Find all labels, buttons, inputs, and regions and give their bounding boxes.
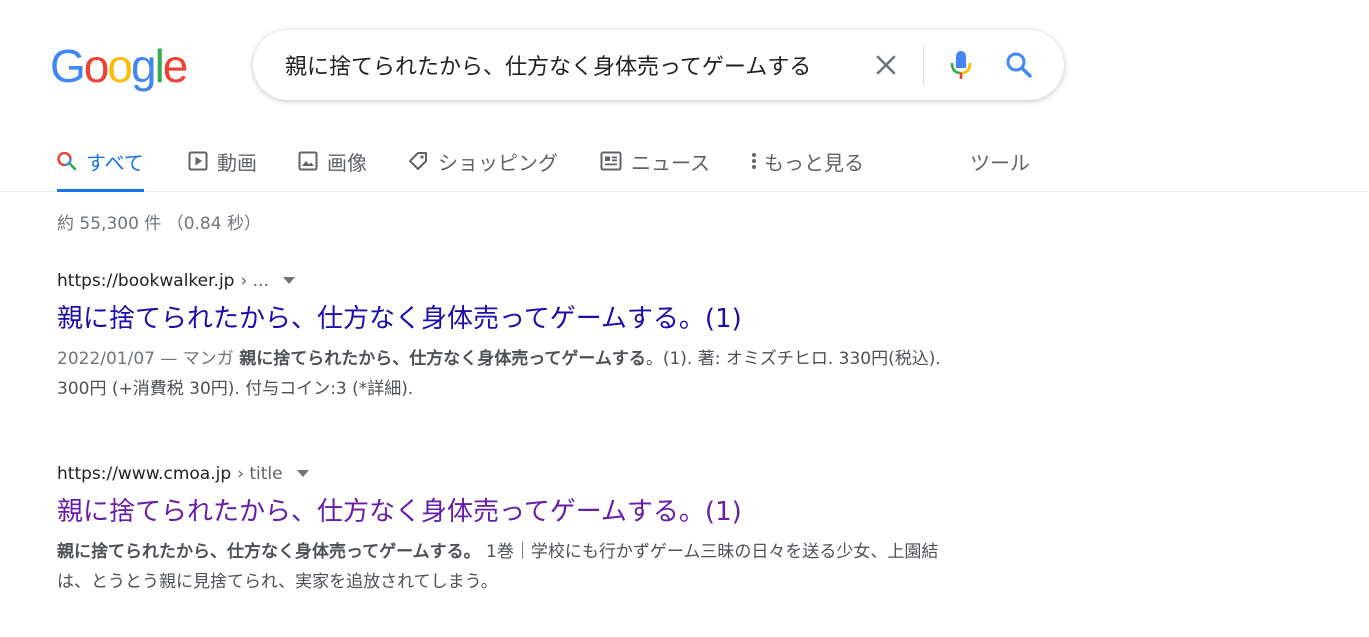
tab-label: ニュース: [631, 150, 710, 175]
tab-more[interactable]: もっと見る: [750, 130, 864, 192]
result-snippet: 親に捨てられたから、仕方なく身体売ってゲームする。 1巻｜学校にも行かずゲーム三…: [57, 537, 957, 597]
snippet-highlight: 親に捨てられたから、仕方なく身体売ってゲームする: [239, 349, 646, 369]
caret-down-icon: [282, 277, 295, 284]
result-url-crumb: › title: [237, 464, 283, 484]
result-menu-button[interactable]: [296, 470, 309, 478]
result-url[interactable]: https://bookwalker.jp › ...: [57, 270, 957, 292]
search-box-divider: [923, 45, 924, 85]
tab-label: 画像: [327, 150, 367, 175]
tab-label: ツール: [970, 150, 1030, 175]
result-stats: 約 55,300 件 （0.84 秒）: [57, 214, 261, 234]
clear-search-button[interactable]: [866, 50, 906, 80]
search-input[interactable]: [285, 48, 865, 82]
tab-all[interactable]: すべて: [57, 130, 144, 192]
tab-news[interactable]: ニュース: [600, 130, 710, 192]
search-result: https://bookwalker.jp › ... 親に捨てられたから、仕方…: [57, 270, 957, 404]
header: Google: [0, 0, 1369, 130]
more-vert-icon: [750, 151, 758, 171]
search-icon: [1006, 52, 1032, 78]
logo-letter: g: [130, 40, 157, 92]
tab-label: もっと見る: [764, 150, 864, 175]
close-icon: [876, 55, 896, 75]
tab-label: 動画: [217, 150, 257, 175]
news-icon: [600, 151, 622, 171]
voice-search-button[interactable]: [943, 46, 979, 84]
tab-label: ショッピング: [438, 150, 558, 175]
logo-letter: o: [83, 40, 110, 92]
result-url-crumb: › ...: [240, 271, 269, 291]
result-url-domain: https://www.cmoa.jp: [57, 464, 232, 484]
search-tabs: すべて 動画 画像 ショッピング ニュース もっと見る ツール: [0, 130, 1369, 192]
result-menu-button[interactable]: [282, 277, 295, 285]
tab-videos[interactable]: 動画: [188, 130, 257, 192]
tab-shopping[interactable]: ショッピング: [407, 130, 558, 192]
result-url[interactable]: https://www.cmoa.jp › title: [57, 463, 957, 485]
result-url-domain: https://bookwalker.jp: [57, 271, 235, 291]
result-snippet: 2022/01/07 — マンガ 親に捨てられたから、仕方なく身体売ってゲームす…: [57, 344, 957, 404]
logo-letter: e: [162, 40, 189, 92]
logo-letter: l: [154, 40, 165, 92]
result-title-link[interactable]: 親に捨てられたから、仕方なく身体売ってゲームする。(1): [57, 302, 957, 336]
tab-images[interactable]: 画像: [298, 130, 367, 192]
logo-letter: o: [107, 40, 133, 92]
result-date: 2022/01/07 — マンガ: [57, 349, 240, 369]
result-title-link[interactable]: 親に捨てられたから、仕方なく身体売ってゲームする。(1): [57, 495, 957, 529]
tab-tools[interactable]: ツール: [970, 130, 1030, 192]
play-icon: [188, 151, 208, 171]
tab-label: すべて: [86, 150, 144, 175]
image-icon: [298, 151, 318, 171]
google-logo[interactable]: Google: [50, 38, 189, 94]
search-icon: [57, 151, 77, 171]
microphone-icon: [950, 51, 972, 79]
search-button[interactable]: [999, 46, 1039, 84]
search-result: https://www.cmoa.jp › title 親に捨てられたから、仕方…: [57, 463, 957, 597]
tag-icon: [407, 150, 429, 172]
search-box: [253, 30, 1064, 100]
caret-down-icon: [296, 470, 309, 477]
logo-letter: G: [50, 40, 86, 92]
snippet-highlight: 親に捨てられたから、仕方なく身体売ってゲームする。: [57, 542, 481, 562]
